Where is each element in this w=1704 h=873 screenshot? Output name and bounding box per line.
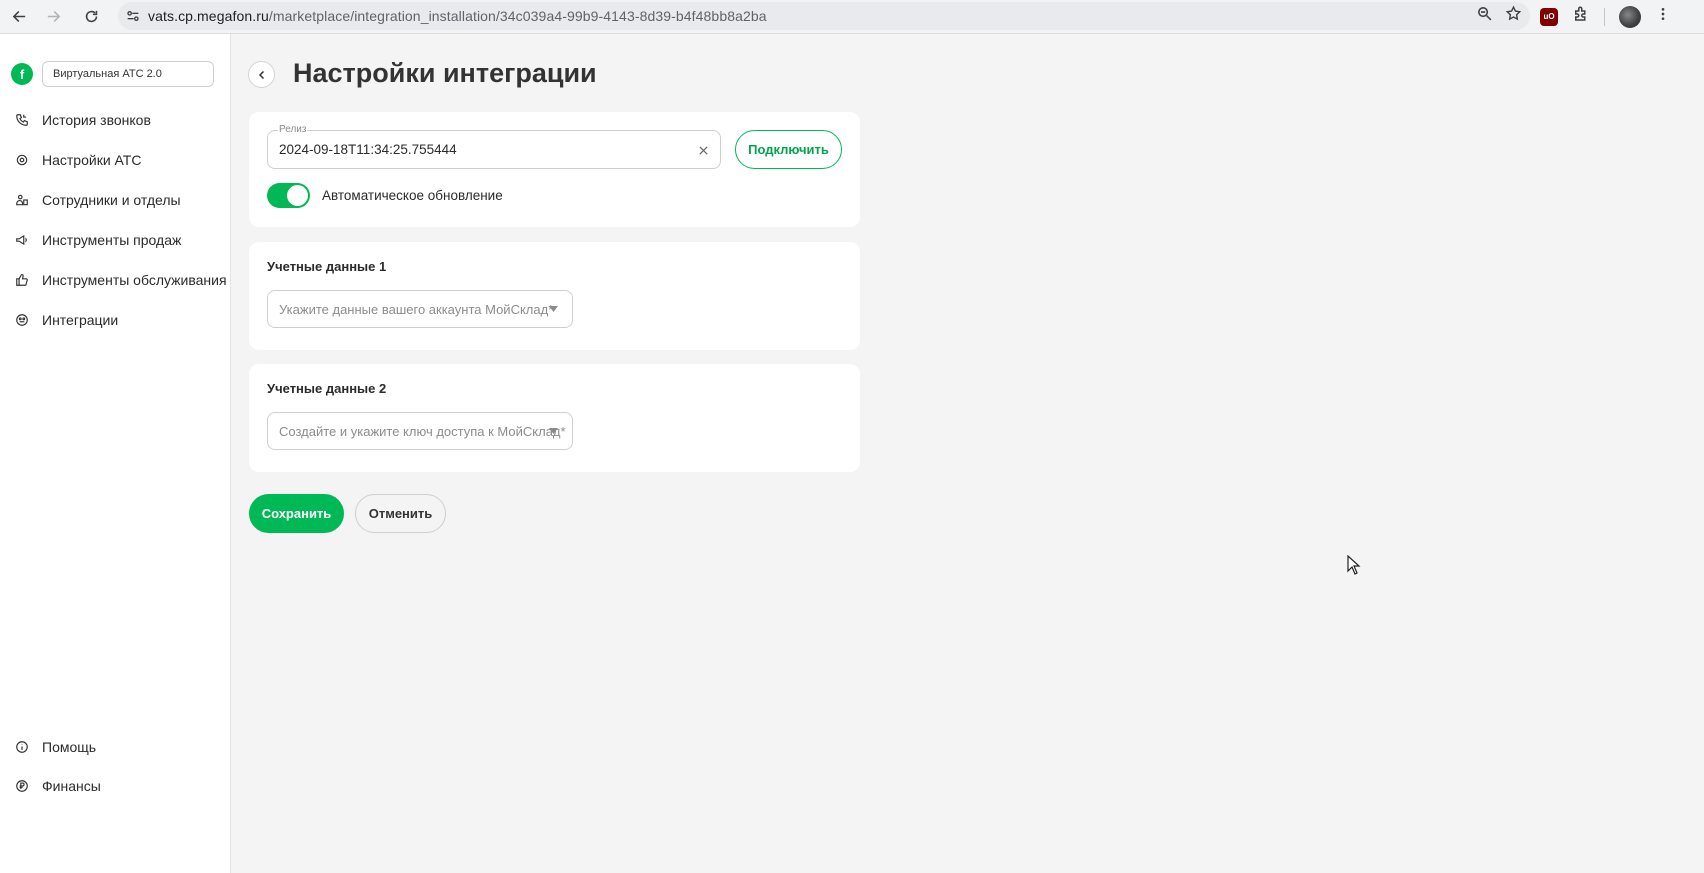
profile-avatar[interactable] — [1619, 5, 1641, 28]
extensions-puzzle-icon[interactable] — [1572, 5, 1590, 28]
sidebar-item-help[interactable]: Помощь — [0, 727, 230, 766]
credentials2-card: Учетные данные 2 Создайте и укажите ключ… — [249, 364, 860, 472]
cancel-button[interactable]: Отменить — [355, 494, 446, 533]
sidebar-item-label: Настройки АТС — [42, 152, 142, 168]
sidebar-item-label: Помощь — [42, 738, 97, 755]
sidebar-item-label: Инструменты продаж — [42, 232, 182, 248]
credentials1-card: Учетные данные 1 Укажите данные вашего а… — [249, 242, 860, 350]
url-path: /marketplace/integration_installation/34… — [268, 8, 767, 24]
back-button[interactable] — [248, 61, 275, 88]
placeholder-text: Создайте и укажите ключ доступа к МойСкл… — [279, 424, 561, 439]
people-icon — [15, 193, 29, 207]
site-info-icon[interactable] — [118, 2, 148, 30]
ublock-extension-icon[interactable]: uO — [1540, 7, 1558, 26]
credentials1-select[interactable]: Укажите данные вашего аккаунта МойСклад* — [267, 290, 573, 328]
placeholder-text: Укажите данные вашего аккаунта МойСклад — [279, 302, 549, 317]
auto-update-toggle[interactable] — [267, 183, 310, 208]
sidebar-item-label: Интеграции — [42, 312, 119, 328]
toggle-knob — [287, 185, 308, 206]
zoom-icon[interactable] — [1476, 5, 1493, 27]
browser-toolbar: vats.cp.megafon.ru/marketplace/integrati… — [0, 0, 1704, 34]
browser-menu-icon[interactable] — [1655, 6, 1671, 27]
auto-update-label: Автоматическое обновление — [322, 188, 503, 203]
sidebar-item-call-history[interactable]: История звонков — [0, 100, 230, 140]
sidebar-item-pbx-settings[interactable]: Настройки АТС — [0, 140, 230, 180]
phone-history-icon — [15, 113, 29, 127]
clear-icon[interactable] — [695, 142, 711, 158]
sidebar-item-label: Инструменты обслуживания — [42, 272, 227, 288]
credentials1-title: Учетные данные 1 — [267, 259, 387, 274]
sidebar-item-label: Финансы — [42, 777, 101, 794]
connect-button[interactable]: Подключить — [735, 130, 842, 169]
sidebar-item-label: История звонков — [42, 112, 151, 128]
reload-icon[interactable] — [75, 0, 107, 32]
ruble-icon — [15, 779, 29, 793]
sidebar-bottom-menu: Помощь Финансы — [0, 727, 230, 805]
sidebar-item-label: Сотрудники и отделы — [42, 192, 181, 208]
required-mark: * — [560, 424, 566, 439]
chevron-left-icon — [258, 70, 264, 79]
sidebar-item-sales-tools[interactable]: Инструменты продаж — [0, 220, 230, 260]
sidebar-item-finance[interactable]: Финансы — [0, 766, 230, 805]
release-value: 2024-09-18T11:34:25.755444 — [279, 142, 457, 157]
sidebar: f Виртуальная АТС 2.0 История звонков На… — [0, 34, 231, 873]
sidebar-item-service-tools[interactable]: Инструменты обслуживания — [0, 260, 230, 300]
chevron-down-icon[interactable] — [549, 428, 558, 434]
gear-icon — [15, 153, 29, 167]
forward-arrow-icon[interactable] — [37, 0, 69, 32]
credentials1-placeholder: Укажите данные вашего аккаунта МойСклад* — [279, 302, 553, 317]
release-label: Релиз — [278, 124, 308, 136]
info-icon — [15, 740, 29, 754]
credentials2-placeholder: Создайте и укажите ключ доступа к МойСкл… — [279, 424, 566, 439]
release-field[interactable]: Релиз 2024-09-18T11:34:25.755444 — [267, 124, 721, 169]
sidebar-item-integrations[interactable]: Интеграции — [0, 300, 230, 340]
sidebar-menu: История звонков Настройки АТС Сотрудники… — [0, 100, 230, 340]
chevron-down-icon[interactable] — [549, 306, 558, 312]
main-content: Настройки интеграции Релиз 2024-09-18T11… — [231, 34, 1704, 873]
bookmark-star-icon[interactable] — [1505, 5, 1522, 27]
toolbar-separator — [1604, 7, 1605, 26]
credentials2-select[interactable]: Создайте и укажите ключ доступа к МойСкл… — [267, 412, 573, 450]
url-text[interactable]: vats.cp.megafon.ru/marketplace/integrati… — [148, 8, 767, 24]
megafon-logo[interactable]: f — [11, 63, 33, 85]
release-card: Релиз 2024-09-18T11:34:25.755444 Подключ… — [249, 112, 860, 227]
address-bar[interactable]: vats.cp.megafon.ru/marketplace/integrati… — [118, 2, 1530, 30]
credentials2-title: Учетные данные 2 — [267, 381, 387, 396]
mouse-cursor-icon — [1347, 555, 1361, 575]
back-arrow-icon[interactable] — [3, 0, 35, 32]
thumbs-up-icon — [15, 273, 29, 287]
integrations-icon — [15, 313, 29, 327]
sidebar-item-employees[interactable]: Сотрудники и отделы — [0, 180, 230, 220]
product-selector[interactable]: Виртуальная АТС 2.0 — [42, 61, 214, 87]
megaphone-icon — [15, 233, 29, 247]
page-title: Настройки интеграции — [293, 58, 597, 88]
save-button[interactable]: Сохранить — [249, 494, 344, 533]
url-host: vats.cp.megafon.ru — [148, 8, 269, 24]
